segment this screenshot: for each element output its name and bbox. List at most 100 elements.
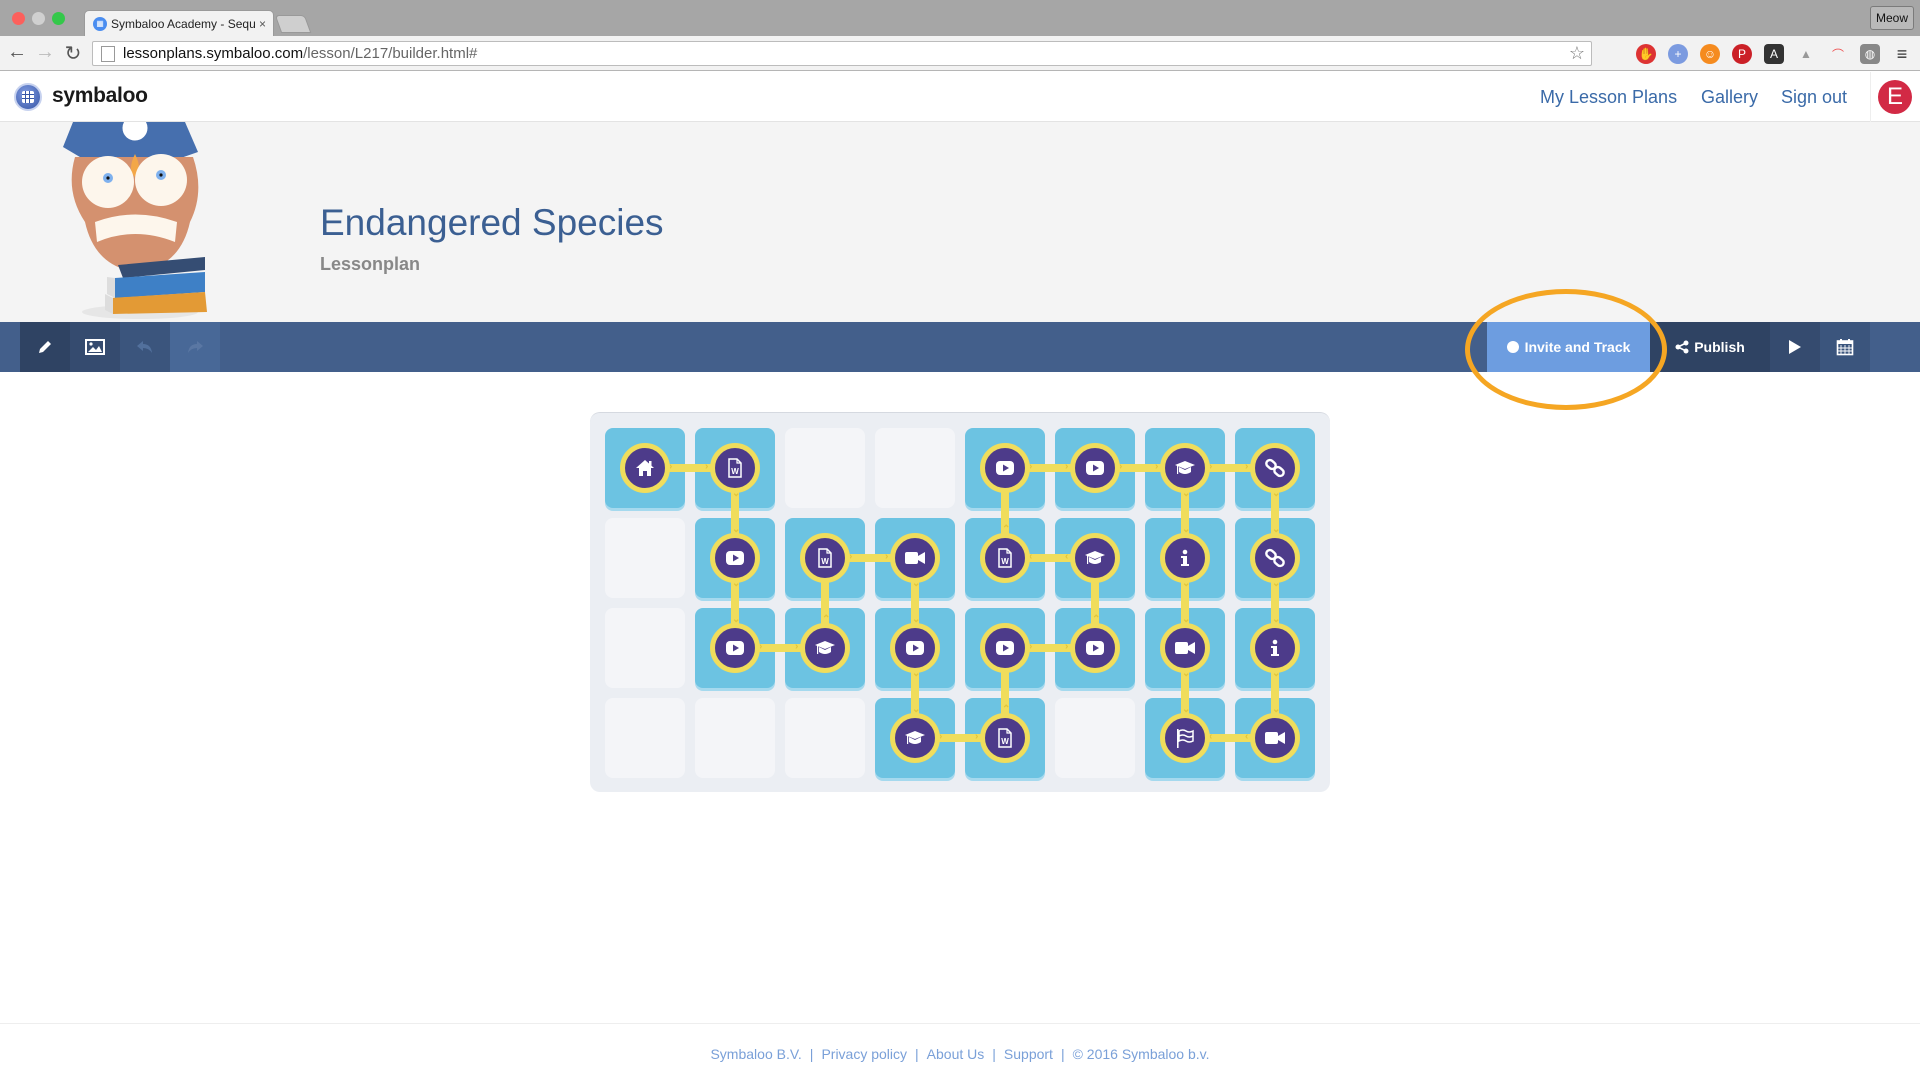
- lesson-title[interactable]: Endangered Species: [320, 202, 664, 244]
- back-icon[interactable]: ←: [6, 41, 28, 64]
- camera-icon[interactable]: [890, 533, 940, 583]
- path-arrow-icon: ›: [705, 461, 709, 472]
- url-path: /lesson/L217/builder.html#: [303, 45, 478, 62]
- redo-button[interactable]: [170, 322, 220, 372]
- nav-my-lesson-plans[interactable]: My Lesson Plans: [1540, 87, 1677, 108]
- pencil-icon: [39, 341, 51, 353]
- video-icon[interactable]: [1070, 443, 1120, 493]
- camera-icon[interactable]: [1250, 713, 1300, 763]
- hola-extension-icon[interactable]: ☺: [1700, 44, 1720, 64]
- footer-separator: |: [992, 1046, 996, 1062]
- empty-tile[interactable]: [605, 698, 685, 778]
- video-icon[interactable]: [980, 623, 1030, 673]
- video-icon[interactable]: [710, 623, 760, 673]
- footer-link-about-us[interactable]: About Us: [927, 1046, 985, 1062]
- profile-button[interactable]: Meow: [1870, 6, 1914, 30]
- invite-and-track-label: Invite and Track: [1524, 339, 1631, 355]
- image-button[interactable]: [70, 322, 120, 372]
- publish-label: Publish: [1694, 339, 1745, 355]
- link-icon[interactable]: [1250, 443, 1300, 493]
- divider: [1870, 72, 1871, 122]
- video-icon[interactable]: [710, 533, 760, 583]
- svg-text:W: W: [731, 467, 739, 476]
- browser-tab[interactable]: ▦ Symbaloo Academy - Sequ ×: [84, 10, 274, 36]
- maximize-window-button[interactable]: [52, 12, 65, 25]
- page-icon: [101, 45, 115, 62]
- video-icon[interactable]: [890, 623, 940, 673]
- footer-link-privacy-policy[interactable]: Privacy policy: [821, 1046, 907, 1062]
- word-document-icon[interactable]: W: [980, 533, 1030, 583]
- tab-title: Symbaloo Academy - Sequ: [111, 16, 256, 31]
- logo-text[interactable]: symbaloo: [52, 84, 148, 108]
- calendar-button[interactable]: [1820, 322, 1870, 372]
- dot-icon: [1506, 341, 1519, 353]
- footer-separator: |: [915, 1046, 919, 1062]
- translate-extension-icon[interactable]: A: [1764, 44, 1784, 64]
- footer-copyright: © 2016 Symbaloo b.v.: [1072, 1046, 1210, 1062]
- grid-extension-icon[interactable]: ◍: [1860, 44, 1880, 64]
- undo-button[interactable]: [120, 322, 170, 372]
- flag-icon[interactable]: [1160, 713, 1210, 763]
- info-icon[interactable]: [1160, 533, 1210, 583]
- empty-tile[interactable]: [875, 428, 955, 508]
- empty-tile[interactable]: [785, 698, 865, 778]
- video-icon[interactable]: [980, 443, 1030, 493]
- play-button[interactable]: [1770, 322, 1820, 372]
- path-arrow-icon: ›: [1155, 461, 1159, 472]
- path-arrow-icon: ‹: [1065, 551, 1069, 562]
- owl-mascot-icon: [63, 122, 207, 319]
- bookmark-star-icon[interactable]: ☆: [1569, 43, 1585, 64]
- empty-tile[interactable]: [785, 428, 865, 508]
- reload-icon[interactable]: ↻: [62, 41, 84, 66]
- word-document-icon[interactable]: W: [980, 713, 1030, 763]
- pinterest-extension-icon[interactable]: P: [1732, 44, 1752, 64]
- publish-button[interactable]: Publish: [1650, 322, 1770, 372]
- path-arrow-icon: ›: [1065, 641, 1069, 652]
- invite-and-track-button[interactable]: Invite and Track: [1487, 322, 1650, 372]
- graduation-cap-icon[interactable]: [890, 713, 940, 763]
- path-arrow-icon: ‹: [1245, 731, 1249, 742]
- minimize-window-button[interactable]: [32, 12, 45, 25]
- empty-tile[interactable]: [695, 698, 775, 778]
- nav-sign-out[interactable]: Sign out: [1781, 87, 1847, 108]
- word-document-icon[interactable]: W: [800, 533, 850, 583]
- address-bar[interactable]: lessonplans.symbaloo.com /lesson/L217/bu…: [92, 41, 1592, 66]
- path-arrow-icon: ›: [795, 641, 799, 652]
- camera-icon[interactable]: [1160, 623, 1210, 673]
- empty-tile[interactable]: [605, 608, 685, 688]
- video-icon[interactable]: [1070, 623, 1120, 673]
- extension-icon[interactable]: ▲: [1796, 44, 1816, 64]
- path-arrow-icon: ›: [1065, 461, 1069, 472]
- empty-tile[interactable]: [605, 518, 685, 598]
- word-document-icon[interactable]: W: [710, 443, 760, 493]
- footer-separator: |: [1060, 1046, 1065, 1062]
- adblock-extension-icon[interactable]: ✋: [1636, 44, 1656, 64]
- edit-button[interactable]: [20, 322, 70, 372]
- browser-tab-strip: ▦ Symbaloo Academy - Sequ × Meow: [0, 0, 1920, 36]
- empty-tile[interactable]: [1055, 698, 1135, 778]
- tab-close-icon[interactable]: ×: [259, 17, 273, 31]
- graduation-cap-icon[interactable]: [800, 623, 850, 673]
- symbaloo-add-extension-icon[interactable]: +: [1668, 44, 1688, 64]
- new-tab-button[interactable]: [274, 15, 312, 33]
- graduation-cap-icon[interactable]: [1160, 443, 1210, 493]
- footer-link-support[interactable]: Support: [1004, 1046, 1053, 1062]
- chrome-menu-icon[interactable]: ≡: [1892, 44, 1912, 64]
- footer-link-symbaloo-bv[interactable]: Symbaloo B.V.: [710, 1046, 801, 1062]
- builder-toolbar: Invite and Track Publish: [0, 322, 1920, 372]
- rainbow-extension-icon[interactable]: ⌒: [1828, 44, 1848, 64]
- link-icon[interactable]: [1250, 533, 1300, 583]
- redo-icon: [188, 341, 203, 353]
- svg-text:W: W: [1001, 557, 1009, 566]
- calendar-icon: [1836, 339, 1854, 356]
- footer-separator: |: [809, 1046, 814, 1062]
- forward-icon[interactable]: →: [34, 41, 56, 64]
- avatar[interactable]: E: [1878, 80, 1912, 114]
- info-icon[interactable]: [1250, 623, 1300, 673]
- nav-gallery[interactable]: Gallery: [1701, 87, 1758, 108]
- home-icon[interactable]: [620, 443, 670, 493]
- close-window-button[interactable]: [12, 12, 25, 25]
- path-arrow-icon: ›: [1245, 461, 1249, 472]
- graduation-cap-icon[interactable]: [1070, 533, 1120, 583]
- symbaloo-logo-icon[interactable]: [14, 83, 42, 111]
